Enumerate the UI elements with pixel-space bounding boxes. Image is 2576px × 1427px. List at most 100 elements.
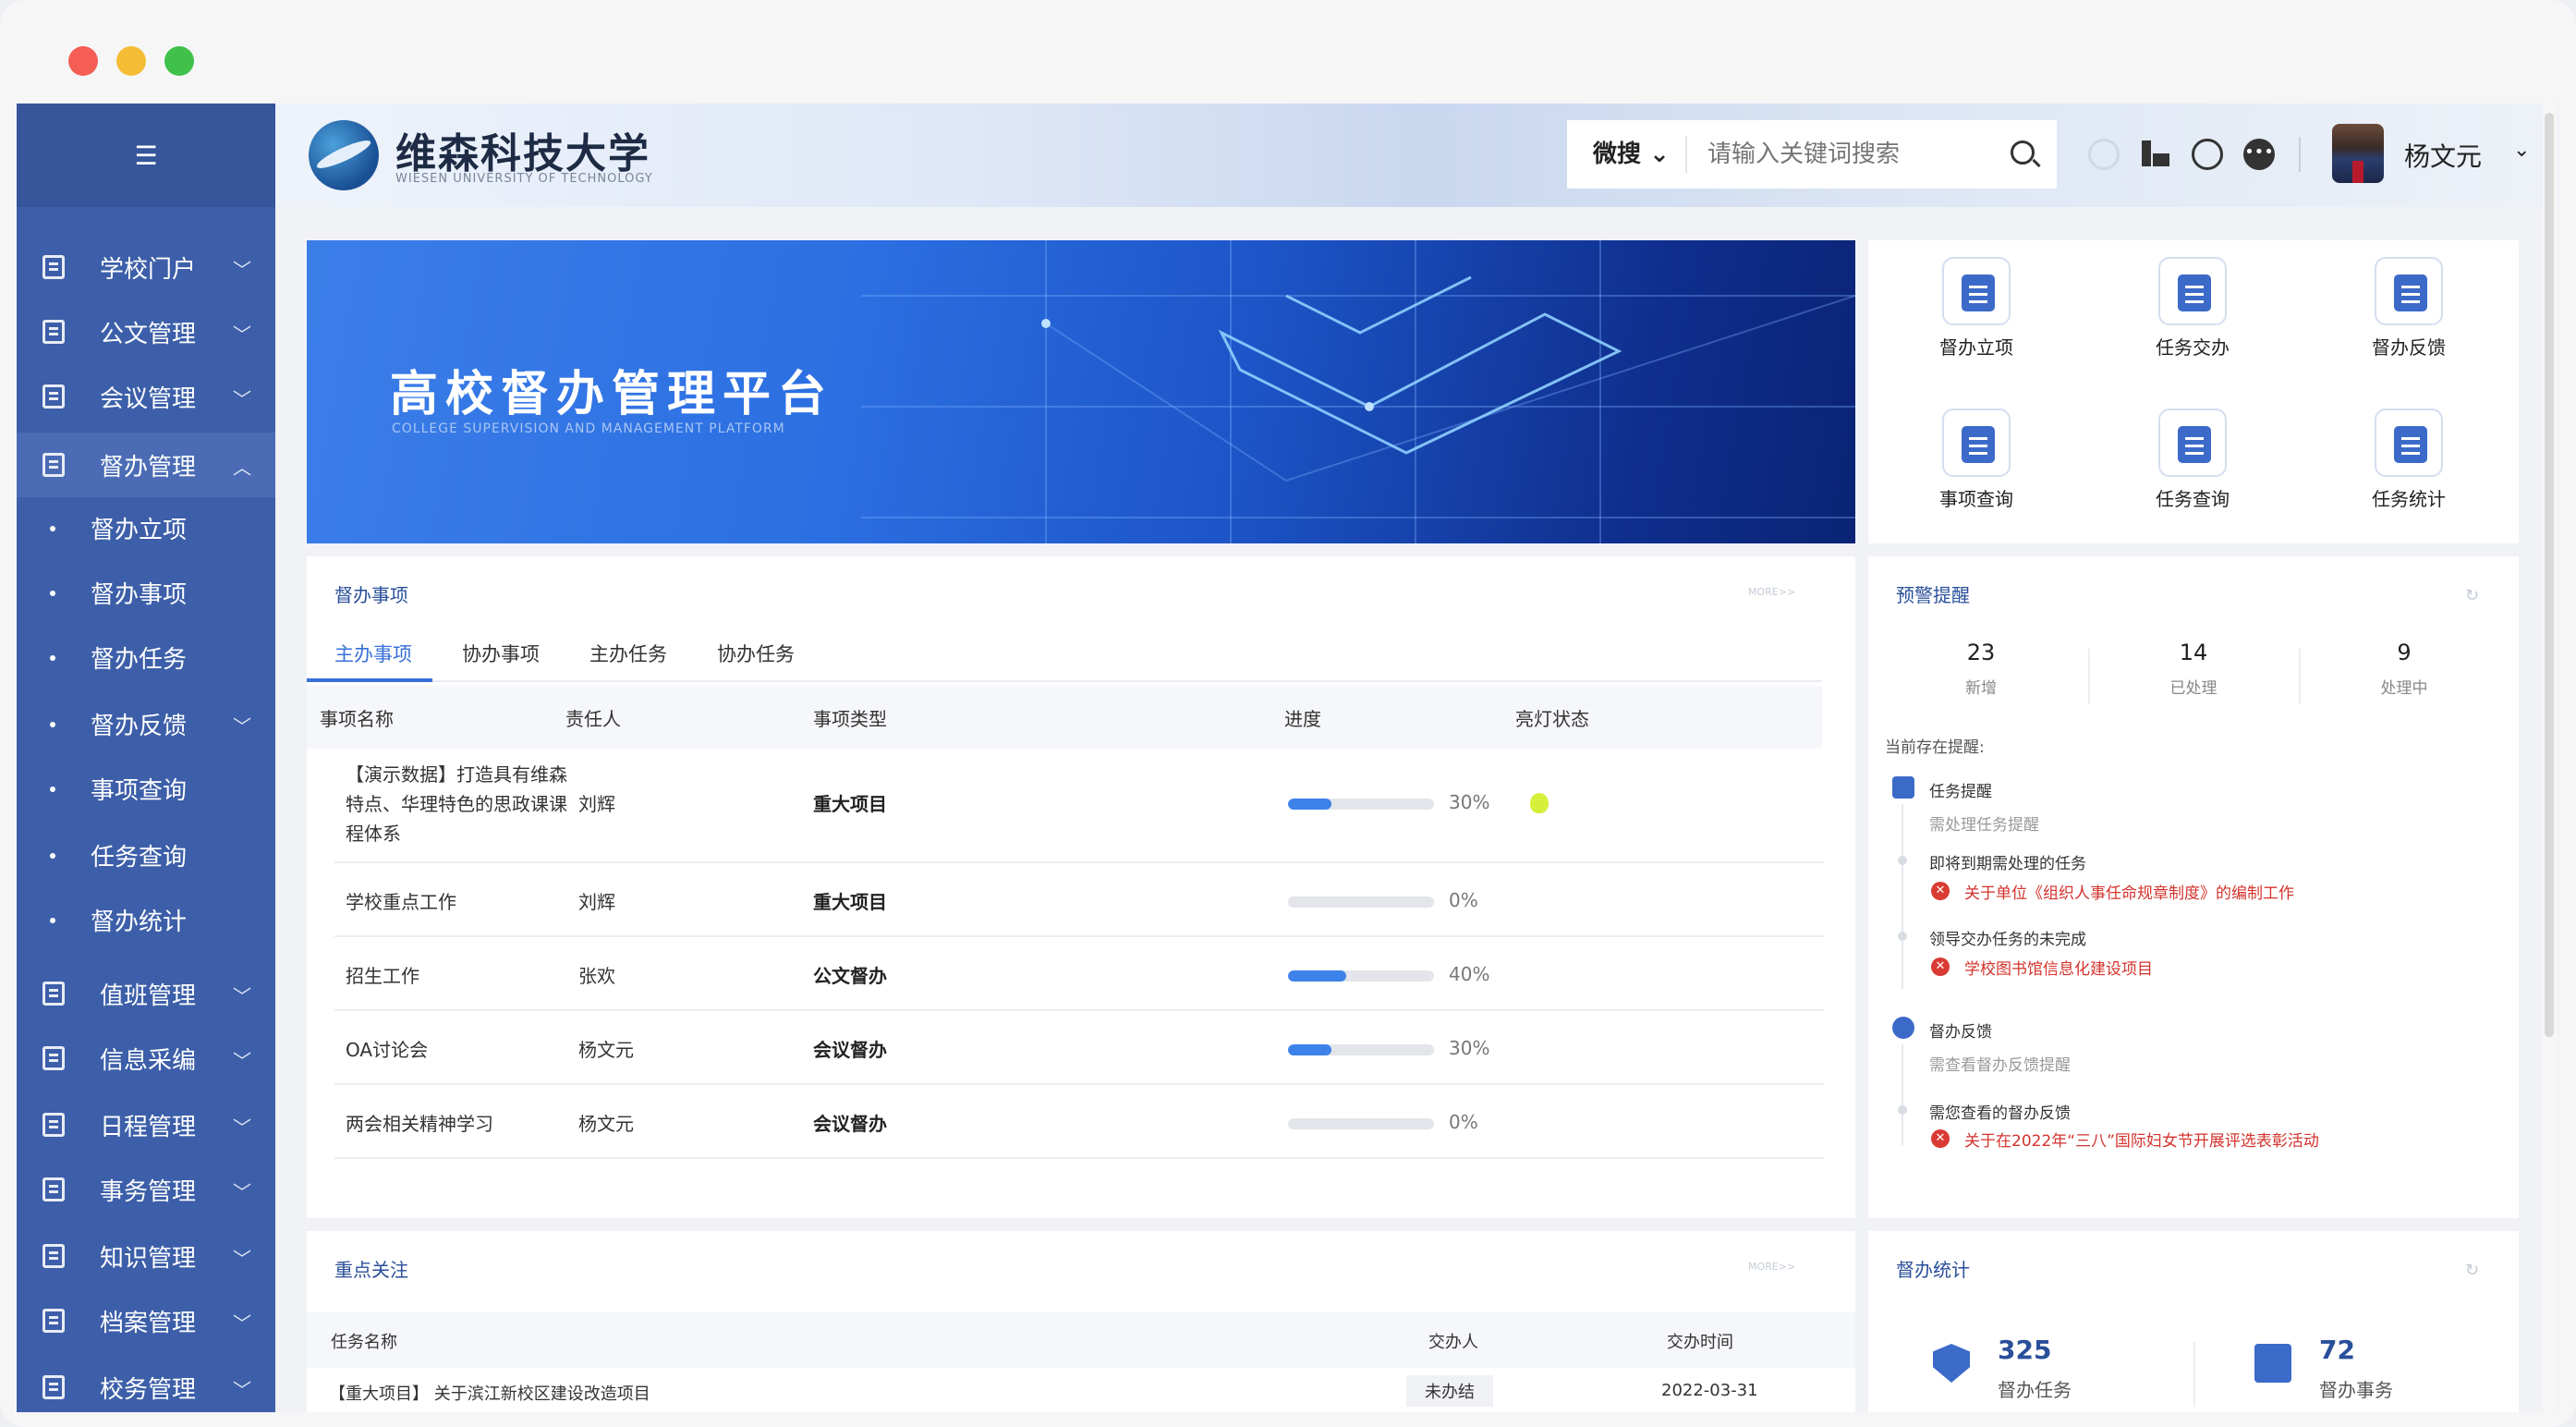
matter-owner: 杨文元 [578, 1039, 634, 1061]
sidebar-item-documents[interactable]: 公文管理 ﹀ [17, 299, 275, 364]
quick-actions-panel: 督办立项 任务交办 督办反馈 事项查询 任务查询 任务统计 [1868, 240, 2519, 543]
more-icon[interactable]: ••• [2243, 139, 2275, 170]
search-scope-select[interactable]: 微搜 ⌄ [1567, 136, 1687, 173]
avatar[interactable] [2332, 124, 2384, 183]
panel-title: 督办事项 [334, 584, 408, 606]
matter-owner: 杨文元 [578, 1113, 634, 1135]
sidebar-subitem-statistics[interactable]: 督办统计 [17, 889, 275, 950]
sidebar-subitem-label: 事项查询 [91, 776, 188, 805]
more-link[interactable]: MORE>> [1748, 586, 1795, 598]
sidebar-toggle-button[interactable]: ☰ [17, 104, 275, 207]
header-divider [2299, 137, 2301, 172]
progress-bar [1288, 970, 1434, 982]
sidebar-subitem-feedback[interactable]: 督办反馈 ﹀ [17, 693, 275, 754]
menu-toggle-icon: ☰ [134, 140, 158, 171]
chevron-down-icon: ⌄ [1649, 140, 1670, 168]
quick-action-label: 督办立项 [1939, 336, 2013, 359]
matter-type: 会议督办 [813, 1113, 887, 1135]
sidebar-item-supervision[interactable]: 督办管理 ︿ [17, 433, 275, 497]
user-name[interactable]: 杨文元 [2404, 137, 2482, 174]
close-window-button[interactable] [68, 46, 98, 76]
quick-action-assign[interactable]: 任务交办 [2123, 257, 2262, 360]
sidebar-subitem-matters[interactable]: 督办事项 [17, 562, 275, 623]
quick-action-statistics[interactable]: 任务统计 [2339, 409, 2478, 511]
error-icon: ✕ [1931, 882, 1950, 900]
table-row[interactable]: OA讨论会 杨文元 会议督办 30% [334, 1013, 1824, 1085]
sidebar-item-archives[interactable]: 档案管理 ﹀ [17, 1288, 275, 1353]
matter-owner: 刘辉 [578, 891, 615, 913]
sidebar-item-label: 日程管理 [100, 1113, 197, 1141]
sidebar-subitem-project[interactable]: 督办立项 [17, 497, 275, 558]
reminder-link[interactable]: 学校图书馆信息化建设项目 [1964, 956, 2153, 979]
search-icon[interactable] [2011, 140, 2035, 165]
search-input[interactable] [1707, 140, 1985, 168]
timeline-line [1902, 804, 1903, 989]
maximize-window-button[interactable] [164, 46, 194, 76]
quick-action-project[interactable]: 督办立项 [1907, 257, 2046, 360]
supervision-matters-panel: 督办事项 MORE>> 主办事项 协办事项 主办任务 协办任务 事项名称 责任人… [307, 556, 1855, 1218]
column-header: 事项类型 [813, 708, 887, 730]
sidebar-item-label: 信息采编 [100, 1046, 197, 1075]
refresh-icon[interactable]: ↻ [2465, 586, 2479, 605]
tab-assist-tasks[interactable]: 协办任务 [717, 640, 795, 667]
column-header: 进度 [1284, 708, 1321, 730]
scrollbar-thumb[interactable] [2545, 113, 2554, 1037]
sidebar-item-portal[interactable]: 学校门户 ﹀ [17, 235, 275, 299]
sidebar-subitem-task-query[interactable]: 任务查询 [17, 824, 275, 885]
search-doc-icon [1962, 426, 1995, 463]
stat-value: 72 [2319, 1335, 2355, 1365]
sidebar-item-affairs[interactable]: 事务管理 ﹀ [17, 1157, 275, 1222]
tab-assist-matters[interactable]: 协办事项 [462, 640, 540, 667]
sidebar-subitem-label: 督办事项 [91, 580, 188, 609]
chevron-down-icon: ﹀ [233, 1379, 251, 1401]
stat-label: 督办任务 [1998, 1379, 2072, 1401]
university-logo-icon [309, 120, 379, 190]
refresh-icon[interactable]: ↻ [2465, 1261, 2479, 1280]
reminder-link[interactable]: 关于在2022年“三八”国际妇女节开展评选表彰活动 [1964, 1128, 2319, 1151]
tab-main-tasks[interactable]: 主办任务 [589, 640, 667, 667]
quick-action-task-query[interactable]: 任务查询 [2123, 409, 2262, 511]
panel-title: 重点关注 [334, 1259, 408, 1281]
sidebar-item-knowledge[interactable]: 知识管理 ﹀ [17, 1224, 275, 1288]
scrollbar[interactable] [2543, 104, 2558, 1412]
doc-icon [43, 1244, 65, 1268]
bullet-icon [50, 853, 55, 859]
progress-fill [1288, 970, 1347, 982]
table-row[interactable]: 学校重点工作 刘辉 重大项目 0% [334, 865, 1824, 937]
sidebar-subitem-tasks[interactable]: 督办任务 [17, 627, 275, 688]
progress-bar [1288, 1118, 1434, 1129]
sidebar-item-schedule[interactable]: 日程管理 ﹀ [17, 1092, 275, 1157]
sidebar: ☰ 学校门户 ﹀ 公文管理 ﹀ 会议管理 ﹀ 督办管理 ︿ 督办立项 督办事项 … [17, 104, 275, 1412]
matter-name: 两会相关精神学习 [346, 1113, 493, 1135]
table-row[interactable]: 招生工作 张欢 公文督办 40% [334, 939, 1824, 1011]
edit-doc-icon [2394, 274, 2427, 311]
sidebar-subitem-matter-query[interactable]: 事项查询 [17, 758, 275, 819]
sidebar-item-meetings[interactable]: 会议管理 ﹀ [17, 364, 275, 429]
stat-value: 23 [1966, 640, 1996, 665]
top-header: 维森科技大学 WIESEN UNIVERSITY OF TECHNOLOGY 微… [275, 104, 2559, 207]
chevron-down-icon: ﹀ [233, 1248, 251, 1270]
chevron-down-icon[interactable]: ⌄ [2513, 139, 2530, 162]
org-chart-icon[interactable] [2140, 139, 2171, 170]
table-row[interactable]: 【重大项目】 关于滨江新校区建设改造项目 未办结 2022-03-31 [307, 1368, 1855, 1412]
error-icon: ✕ [1931, 957, 1950, 976]
table-row[interactable]: 【演示数据】打造具有维森特点、华理特色的思政课课程体系 刘辉 重大项目 30% [334, 749, 1824, 863]
chevron-up-icon: ︿ [233, 457, 251, 479]
minimize-window-button[interactable] [116, 46, 146, 76]
sidebar-item-info[interactable]: 信息采编 ﹀ [17, 1026, 275, 1091]
bank-icon [43, 1046, 65, 1070]
quick-action-matter-query[interactable]: 事项查询 [1907, 409, 2046, 511]
tab-main-matters[interactable]: 主办事项 [334, 640, 412, 667]
table-row[interactable]: 两会相关精神学习 杨文元 会议督办 0% [334, 1087, 1824, 1159]
refresh-icon[interactable] [2088, 139, 2120, 170]
more-link[interactable]: MORE>> [1748, 1261, 1795, 1273]
bullet-icon [50, 526, 55, 531]
sidebar-item-school-affairs[interactable]: 校务管理 ﹀ [17, 1355, 275, 1412]
sidebar-item-duty[interactable]: 值班管理 ﹀ [17, 961, 275, 1026]
doc-icon [43, 1309, 65, 1333]
progress-percent: 30% [1449, 791, 1490, 813]
reminder-link[interactable]: 关于单位《组织人事任命规章制度》的编制工作 [1964, 880, 2294, 903]
quick-action-feedback[interactable]: 督办反馈 [2339, 257, 2478, 360]
light-bulb-icon [1530, 793, 1549, 813]
headset-icon[interactable] [2192, 139, 2223, 170]
